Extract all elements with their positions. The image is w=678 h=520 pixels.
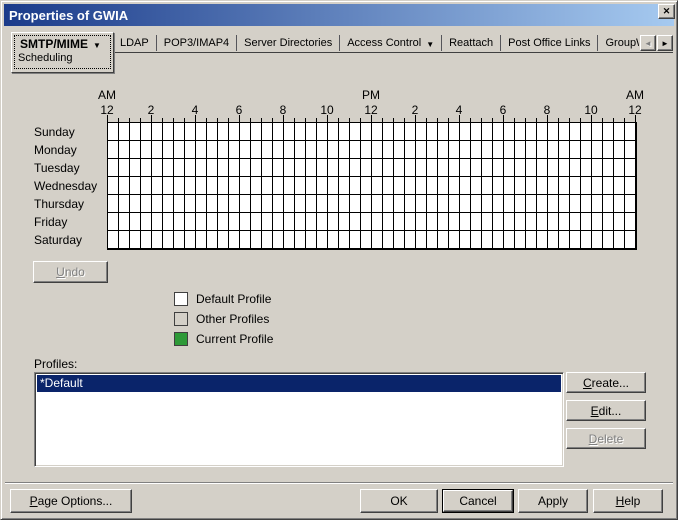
tab-smtp-mime-active[interactable]: SMTP/MIME ▼ Scheduling bbox=[11, 32, 114, 73]
schedule-grid[interactable] bbox=[107, 122, 637, 250]
day-label-sunday: Sunday bbox=[34, 125, 75, 139]
legend-row-default: Default Profile bbox=[174, 289, 273, 309]
arrow-right-icon: ► bbox=[661, 38, 669, 48]
tab-label: Access Control bbox=[347, 37, 422, 49]
close-icon: ✕ bbox=[662, 6, 671, 16]
day-labels: Sunday Monday Tuesday Wednesday Thursday… bbox=[34, 123, 97, 249]
properties-dialog: Properties of GWIA ✕ LDAP POP3/IMAP4 Ser… bbox=[0, 0, 678, 520]
close-button[interactable]: ✕ bbox=[658, 4, 675, 19]
chevron-down-icon: ▼ bbox=[93, 40, 101, 50]
profile-legend: Default Profile Other Profiles Current P… bbox=[174, 289, 273, 349]
tab-access-control[interactable]: Access Control ▼ bbox=[340, 35, 443, 51]
axis-ticks bbox=[107, 115, 636, 122]
chevron-down-icon: ▼ bbox=[426, 39, 435, 49]
current-profile-swatch bbox=[174, 332, 188, 346]
help-button[interactable]: Help bbox=[593, 489, 663, 513]
tab-pop3-imap4[interactable]: POP3/IMAP4 bbox=[157, 35, 238, 51]
delete-button[interactable]: Delete bbox=[566, 428, 646, 449]
day-label-tuesday: Tuesday bbox=[34, 161, 80, 175]
legend-row-current: Current Profile bbox=[174, 329, 273, 349]
day-label-saturday: Saturday bbox=[34, 233, 83, 247]
tab-ldap[interactable]: LDAP bbox=[113, 35, 157, 51]
ok-button[interactable]: OK bbox=[360, 489, 438, 513]
tab-label: POP3/IMAP4 bbox=[163, 37, 230, 49]
legend-row-other: Other Profiles bbox=[174, 309, 273, 329]
tab-label: Reattach bbox=[449, 37, 494, 49]
tab-scroll-buttons: ◄ ► bbox=[639, 35, 673, 51]
list-item-default-profile[interactable]: *Default bbox=[37, 375, 561, 392]
tab-post-office-links[interactable]: Post Office Links bbox=[501, 35, 599, 51]
tab-scroll-left-button[interactable]: ◄ bbox=[640, 35, 656, 51]
arrow-left-icon: ◄ bbox=[644, 38, 652, 48]
day-label-friday: Friday bbox=[34, 215, 68, 229]
day-label-wednesday: Wednesday bbox=[34, 179, 98, 193]
profiles-label: Profiles: bbox=[34, 357, 78, 371]
day-label-monday: Monday bbox=[34, 143, 77, 157]
undo-button[interactable]: Undo bbox=[33, 261, 108, 283]
meridiem-label-am-right: AM bbox=[626, 88, 644, 102]
page-options-button[interactable]: Page Options... bbox=[10, 489, 132, 513]
tab-label: LDAP bbox=[120, 37, 149, 49]
other-profiles-swatch bbox=[174, 312, 188, 326]
title-bar[interactable]: Properties of GWIA bbox=[4, 4, 674, 26]
legend-label: Current Profile bbox=[196, 332, 274, 346]
day-label-thursday: Thursday bbox=[34, 197, 85, 211]
create-button[interactable]: Create... bbox=[566, 372, 646, 393]
tab-scroll-area: LDAP POP3/IMAP4 Server Directories Acces… bbox=[113, 33, 639, 53]
meridiem-label-am-left: AM bbox=[98, 88, 116, 102]
profiles-listbox[interactable]: *Default bbox=[34, 372, 564, 467]
meridiem-label-pm: PM bbox=[362, 88, 380, 102]
default-profile-swatch bbox=[174, 292, 188, 306]
tab-label: Post Office Links bbox=[508, 37, 591, 49]
legend-label: Default Profile bbox=[196, 292, 272, 306]
tab-strip: LDAP POP3/IMAP4 Server Directories Acces… bbox=[113, 33, 673, 53]
tab-label: GroupW bbox=[605, 37, 639, 49]
apply-button[interactable]: Apply bbox=[518, 489, 588, 513]
tab-server-directories[interactable]: Server Directories bbox=[237, 35, 341, 51]
window-title: Properties of GWIA bbox=[9, 7, 129, 23]
legend-label: Other Profiles bbox=[196, 312, 270, 326]
footer-separator bbox=[5, 482, 673, 484]
tab-label: Server Directories bbox=[244, 37, 333, 49]
edit-button[interactable]: Edit... bbox=[566, 400, 646, 421]
tab-reattach[interactable]: Reattach bbox=[442, 35, 502, 51]
tab-scroll-right-button[interactable]: ► bbox=[657, 35, 673, 51]
tab-groupwise[interactable]: GroupW bbox=[598, 35, 639, 51]
cancel-button[interactable]: Cancel bbox=[443, 490, 513, 512]
